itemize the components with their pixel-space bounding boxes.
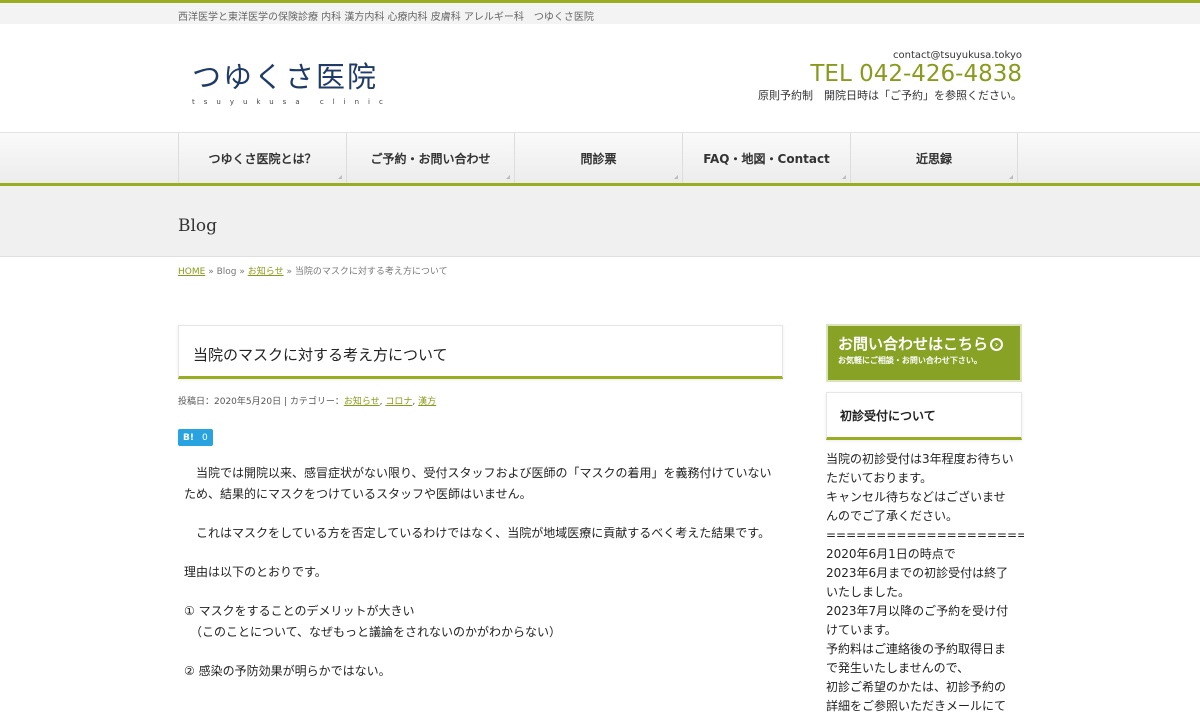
widget-line: 2020年6月1日の時点で	[826, 547, 956, 561]
sidebar: お問い合わせはこちら › お気軽にご相談・お問い合わせ下さい。 初診受付について …	[826, 324, 1024, 712]
post-paragraph: これはマスクをしている方を否定しているわけではなく、当院が地域医療に貢献するべく…	[184, 526, 771, 540]
breadcrumb-home-link[interactable]: HOME	[178, 267, 205, 277]
nav-item-questionnaire[interactable]: 問診票	[514, 133, 682, 183]
nav-item-reservation[interactable]: ご予約・お問い合わせ	[346, 133, 514, 183]
widget-line: んのでご了承ください。	[826, 509, 959, 523]
widget-title: 初診受付について	[826, 392, 1022, 440]
nav-item-label: つゆくさ医院とは？	[208, 151, 317, 166]
breadcrumb-category-link[interactable]: お知らせ	[248, 267, 284, 277]
post-paragraph: ② 感染の予防効果が明らかではない。	[184, 664, 391, 678]
banner-title: お問い合わせはこちら	[838, 335, 989, 353]
hatena-icon: B!	[183, 432, 194, 443]
main-content: 当院のマスクに対する考え方について 投稿日：2020年5月20日 | カテゴリー…	[178, 325, 783, 700]
post-title: 当院のマスクに対する考え方について	[178, 325, 783, 379]
post-paragraph: ① マスクをすることのデメリットが大きい	[184, 604, 415, 618]
site-logo[interactable]: つゆくさ医院 tsuyukusa clinic	[192, 54, 392, 106]
site-header: つゆくさ医院 tsuyukusa clinic contact@tsuyukus…	[0, 24, 1200, 132]
post-paragraph: 理由は以下のとおりです。	[184, 565, 327, 579]
nav-item-about[interactable]: つゆくさ医院とは？	[178, 133, 346, 183]
page-title: Blog	[178, 216, 218, 236]
widget-line: 詳細をご参照いただきメールにて	[826, 699, 1007, 712]
arrow-circle-icon: ›	[990, 338, 1004, 351]
widget-line: 当院の初診受付は3年程度お待ちい	[826, 452, 1014, 466]
corner-icon	[338, 175, 342, 179]
contact-banner[interactable]: お問い合わせはこちら › お気軽にご相談・お問い合わせ下さい。	[826, 324, 1022, 382]
corner-icon	[506, 175, 510, 179]
widget-text: 当院の初診受付は3年程度お待ちい ただいております。 キャンセル待ちなどはござい…	[826, 450, 1024, 712]
widget-line: 2023年7月以降のご予約を受け付	[826, 604, 1009, 618]
widget-line: 予約料はご連絡後の予約取得日ま	[826, 642, 1007, 656]
category-link-news[interactable]: お知らせ	[344, 397, 380, 407]
post-meta-prefix: 投稿日：2020年5月20日 | カテゴリー：	[178, 397, 344, 407]
widget-line: 2023年6月までの初診受付は終了	[826, 566, 1009, 580]
page-header: Blog	[0, 186, 1200, 257]
widget-line: いたしました。	[826, 585, 911, 599]
header-contact: contact@tsuyukusa.tokyo TEL 042-426-4838…	[758, 50, 1022, 103]
breadcrumb-blog: Blog	[216, 267, 237, 277]
category-link-kampo[interactable]: 漢方	[418, 397, 436, 407]
corner-icon	[1009, 175, 1013, 179]
widget-line: で発生いたしませんので、	[826, 661, 970, 675]
corner-icon	[842, 175, 846, 179]
nav-item-label: ご予約・お問い合わせ	[370, 151, 491, 166]
post-meta: 投稿日：2020年5月20日 | カテゴリー：お知らせ, コロナ, 漢方	[178, 397, 437, 407]
hatena-count: 0	[201, 432, 208, 443]
post-paragraph: （このことについて、なぜもっと議論をされないのかがわからない）	[184, 625, 562, 639]
nav-item-faq[interactable]: FAQ・地図・Contact	[682, 133, 850, 183]
widget-line: けています。	[826, 623, 897, 637]
nav-item-label: FAQ・地図・Contact	[703, 151, 830, 166]
nav-item-label: 問診票	[580, 151, 617, 166]
widget-line: キャンセル待ちなどはございませ	[826, 490, 1006, 504]
top-bar: 西洋医学と東洋医学の保険診療 内科 漢方内科 心療内科 皮膚科 アレルギー科 つ…	[0, 0, 1200, 24]
global-nav: つゆくさ医院とは？ ご予約・お問い合わせ 問診票 FAQ・地図・Contact …	[0, 132, 1200, 186]
widget-line: ========================	[826, 528, 1024, 542]
corner-icon	[674, 175, 678, 179]
nav-item-label: 近思録	[915, 151, 952, 166]
widget-line: 初診ご希望のかたは、初診予約の	[826, 680, 1007, 694]
logo-japanese: つゆくさ医院	[192, 60, 379, 94]
breadcrumb-separator: »	[208, 267, 214, 277]
breadcrumb-separator: »	[239, 267, 245, 277]
category-link-corona[interactable]: コロナ	[385, 397, 412, 407]
contact-note: 原則予約制 開院日時は「ご予約」を参照ください。	[758, 89, 1022, 102]
contact-email: contact@tsuyukusa.tokyo	[893, 50, 1022, 61]
breadcrumb: HOME » Blog » お知らせ » 当院のマスクに対する考え方について	[178, 264, 448, 277]
breadcrumb-current: 当院のマスクに対する考え方について	[294, 267, 448, 277]
hatena-bookmark-button[interactable]: B! 0	[178, 429, 213, 446]
site-tagline: 西洋医学と東洋医学の保険診療 内科 漢方内科 心療内科 皮膚科 アレルギー科 つ…	[178, 12, 594, 23]
nav-item-kinshiroku[interactable]: 近思録	[850, 133, 1018, 183]
breadcrumb-separator: »	[286, 267, 292, 277]
widget-line: ただいております。	[826, 471, 933, 485]
logo-english: tsuyukusa clinic	[192, 98, 392, 106]
contact-tel: TEL 042-426-4838	[810, 61, 1022, 87]
post-body: 当院では開院以来、感冒症状がない限り、受付スタッフおよび医師の「マスクの着用」を…	[178, 463, 783, 682]
post-paragraph: 当院では開院以来、感冒症状がない限り、受付スタッフおよび医師の「マスクの着用」を…	[184, 466, 772, 501]
banner-subtitle: お気軽にご相談・お問い合わせ下さい。	[838, 356, 982, 365]
